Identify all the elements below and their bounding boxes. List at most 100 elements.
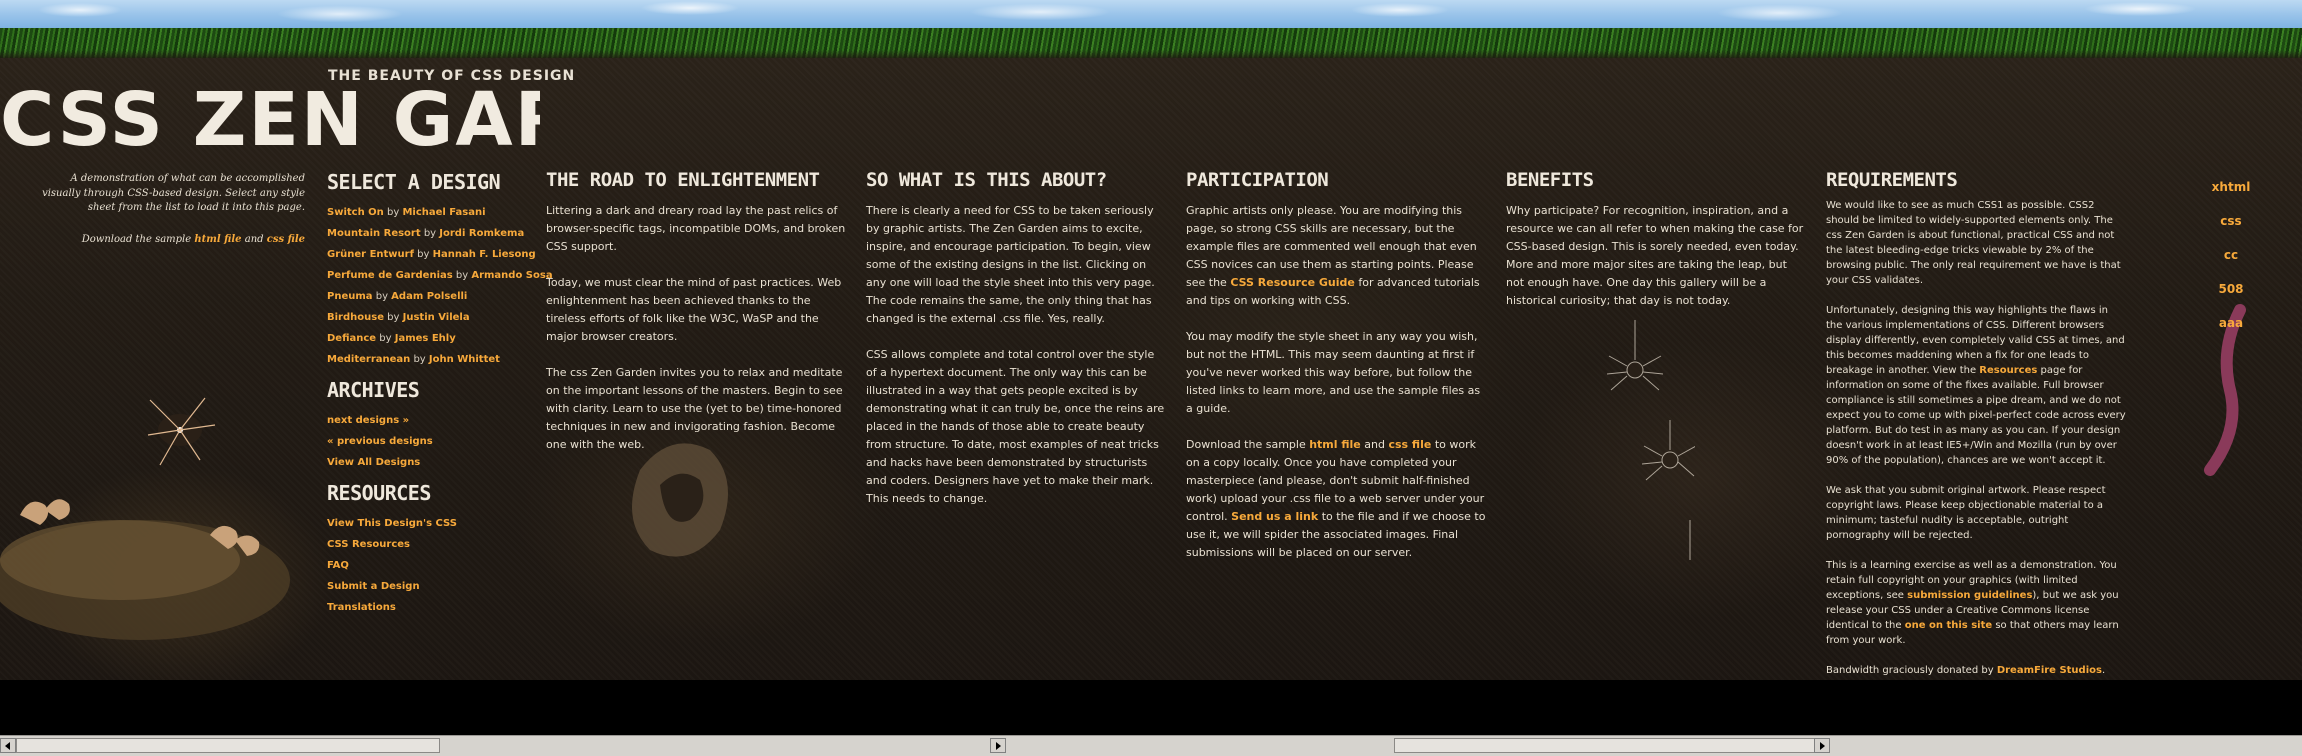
validation-links: xhtml css cc 508 aaa <box>2206 170 2256 340</box>
section-paragraph: This is a learning exercise as well as a… <box>1826 558 2126 648</box>
section-paragraph: Graphic artists only please. You are mod… <box>1186 202 1486 310</box>
intro-html-file-link[interactable]: html file <box>194 234 241 245</box>
section-paragraph: Unfortunately, designing this way highli… <box>1826 303 2126 468</box>
design-item: Defiance by James Ehly <box>327 328 542 349</box>
archives-heading: ARCHIVES <box>327 378 420 402</box>
design-by: by <box>413 354 426 365</box>
horizontal-scrollbar[interactable] <box>0 735 2302 756</box>
scroll-left-button[interactable] <box>0 738 16 753</box>
section-heading: BENEFITS <box>1506 169 1594 191</box>
design-item: Pneuma by Adam Polselli <box>327 286 542 307</box>
design-item: Switch On by Michael Fasani <box>327 202 542 223</box>
intro-summary: A demonstration of what can be accomplis… <box>40 172 305 264</box>
design-link[interactable]: Mediterranean <box>327 354 410 365</box>
section-paragraph: Download the sample html file and css fi… <box>1186 436 1486 562</box>
archives-item: next designs » <box>327 410 542 431</box>
section-heading: REQUIREMENTS <box>1826 169 1958 191</box>
resources-list: View This Design's CSS CSS Resources FAQ… <box>327 513 542 618</box>
designer-link[interactable]: John Whittet <box>429 354 500 365</box>
designer-link[interactable]: James Ehly <box>395 333 456 344</box>
cc-link[interactable]: cc <box>2206 238 2256 272</box>
resources-link[interactable]: Resources <box>1979 365 2037 376</box>
license-link[interactable]: one on this site <box>1905 620 1992 631</box>
archives-item: View All Designs <box>327 452 542 473</box>
next-designs-link[interactable]: next designs » <box>327 415 409 426</box>
section-paragraph: There is clearly a need for CSS to be ta… <box>866 204 1155 325</box>
design-link[interactable]: Grüner Entwurf <box>327 249 414 260</box>
mole-illustration <box>0 397 290 640</box>
css-resource-guide-link[interactable]: CSS Resource Guide <box>1230 276 1355 289</box>
intro-download-prefix: Download the sample <box>81 233 192 245</box>
css-resources-link[interactable]: CSS Resources <box>327 539 410 550</box>
section-paragraph: Why participate? For recognition, inspir… <box>1506 204 1804 307</box>
designer-link[interactable]: Hannah F. Liesong <box>433 249 536 260</box>
design-link[interactable]: Mountain Resort <box>327 228 421 239</box>
design-list: Switch On by Michael Fasani Mountain Res… <box>327 202 553 370</box>
css-link[interactable]: css <box>2206 204 2256 238</box>
resources-heading: RESOURCES <box>327 481 431 505</box>
arrow-left-icon <box>5 742 10 750</box>
design-link[interactable]: Birdhouse <box>327 312 384 323</box>
section-paragraph: Today, we must clear the mind of past pr… <box>546 276 842 343</box>
designer-link[interactable]: Justin Vilela <box>403 312 470 323</box>
paragraph-text: and <box>1364 438 1385 451</box>
designer-link[interactable]: Michael Fasani <box>402 207 485 218</box>
intro-download: Download the sample html file and css fi… <box>40 233 305 248</box>
view-css-link[interactable]: View This Design's CSS <box>327 518 457 529</box>
scroll-thumb[interactable] <box>16 738 440 753</box>
designer-link[interactable]: Jordi Romkema <box>439 228 524 239</box>
design-link[interactable]: Defiance <box>327 333 376 344</box>
submit-design-link[interactable]: Submit a Design <box>327 581 420 592</box>
section-heading: PARTICIPATION <box>1186 169 1329 191</box>
section-about: SO WHAT IS THIS ABOUT? There is clearly … <box>866 168 1166 526</box>
design-item: Mountain Resort by Jordi Romkema <box>327 223 542 244</box>
design-by: by <box>375 291 388 302</box>
spider-illustration <box>1606 320 1695 560</box>
send-us-a-link[interactable]: Send us a link <box>1231 510 1318 523</box>
dreamfire-studios-link[interactable]: DreamFire Studios <box>1997 665 2102 676</box>
designer-link[interactable]: Armando Sosa <box>471 270 552 281</box>
section-paragraph: We would like to see as much CSS1 as pos… <box>1826 200 2121 286</box>
508-link[interactable]: 508 <box>2206 272 2256 306</box>
section-paragraph: Bandwidth graciously donated by DreamFir… <box>1826 663 2126 678</box>
paragraph-text: . <box>2101 665 2106 676</box>
design-by: by <box>423 228 437 239</box>
intro-text: A demonstration of what can be accomplis… <box>42 173 305 213</box>
submission-guidelines-link[interactable]: submission guidelines <box>1907 590 2032 601</box>
aaa-link[interactable]: aaa <box>2206 306 2256 340</box>
designer-link[interactable]: Adam Polselli <box>391 291 467 302</box>
intro-and: and <box>244 233 264 245</box>
translations-link[interactable]: Translations <box>327 602 396 613</box>
archives-item: « previous designs <box>327 431 542 452</box>
sample-css-file-link[interactable]: css file <box>1388 438 1431 451</box>
paragraph-text: Download the sample <box>1186 438 1306 451</box>
section-paragraph: Littering a dark and dreary road lay the… <box>546 204 846 253</box>
scroll-right-button[interactable] <box>990 738 1006 753</box>
previous-designs-link[interactable]: « previous designs <box>327 436 433 447</box>
resources-item: FAQ <box>327 555 542 576</box>
design-link[interactable]: Pneuma <box>327 291 373 302</box>
view-all-designs-link[interactable]: View All Designs <box>327 457 420 468</box>
sidebar: SELECT A DESIGN Switch On by Michael Fas… <box>327 170 553 618</box>
section-heading: SO WHAT IS THIS ABOUT? <box>866 169 1107 191</box>
sample-html-file-link[interactable]: html file <box>1309 438 1361 451</box>
arrow-right-icon <box>996 742 1001 750</box>
faq-link[interactable]: FAQ <box>327 560 349 571</box>
design-by: by <box>455 270 469 281</box>
design-link[interactable]: Perfume de Gardenias <box>327 270 453 281</box>
resources-item: CSS Resources <box>327 534 542 555</box>
scroll-right-button-secondary[interactable] <box>1814 738 1830 753</box>
section-requirements: REQUIREMENTS We would like to see as muc… <box>1826 168 2126 693</box>
section-enlightenment: THE ROAD TO ENLIGHTENMENT Littering a da… <box>546 168 846 472</box>
design-by: by <box>417 249 430 260</box>
design-by: by <box>387 312 400 323</box>
design-item: Grüner Entwurf by Hannah F. Liesong <box>327 244 542 265</box>
scroll-thumb-secondary[interactable] <box>1394 738 1818 753</box>
section-paragraph: You may modify the style sheet in any wa… <box>1186 330 1481 415</box>
section-participation: PARTICIPATION Graphic artists only pleas… <box>1186 168 1486 580</box>
intro-css-file-link[interactable]: css file <box>267 234 305 245</box>
arrow-right-icon <box>1820 742 1825 750</box>
paragraph-text: Bandwidth graciously donated by <box>1826 665 1994 676</box>
design-link[interactable]: Switch On <box>327 207 384 218</box>
xhtml-link[interactable]: xhtml <box>2206 170 2256 204</box>
